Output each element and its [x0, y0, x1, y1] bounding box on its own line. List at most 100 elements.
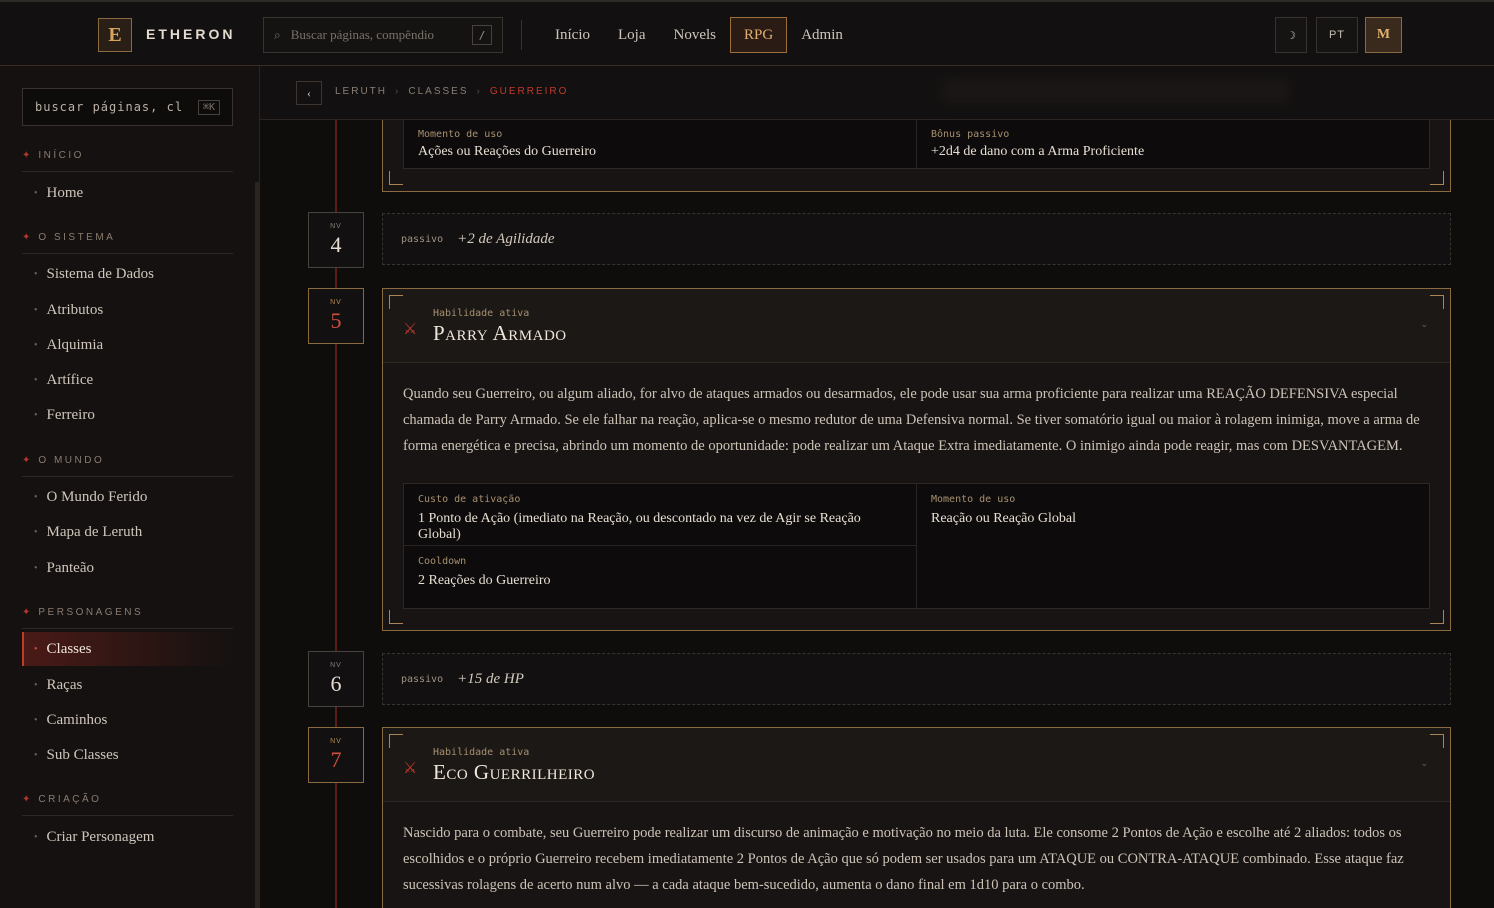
ability-title: Parry Armado: [433, 321, 567, 345]
level-number: 6: [330, 670, 342, 696]
sidebar-item-panteao[interactable]: • Panteão: [22, 551, 233, 585]
nav-rpg[interactable]: RPG: [730, 17, 788, 53]
sidebar-item-caminhos[interactable]: • Caminhos: [22, 703, 233, 737]
sidebar-item-mapa-de-leruth[interactable]: • Mapa de Leruth: [22, 515, 233, 549]
main-nav: Início Loja Novels RPG Admin: [541, 17, 857, 53]
nav-novels[interactable]: Novels: [660, 17, 731, 53]
level-badge-4: NV 4: [308, 212, 364, 268]
stat-value: Ações ou Reações do Guerreiro: [418, 143, 597, 159]
breadcrumb-bar: ‹ LERUTH › CLASSES › GUERREIRO: [260, 66, 1494, 120]
stat-value: Reação ou Reação Global: [931, 511, 1076, 526]
top-search-input[interactable]: ⌕ Buscar páginas, compêndio /: [263, 17, 503, 53]
star-icon: ✦: [22, 150, 31, 161]
breadcrumb: LERUTH › CLASSES › GUERREIRO: [335, 86, 568, 97]
corner-ornament: [1430, 295, 1444, 309]
stat-bonus-passivo: Bônus passivo +2d4 de dano com a Arma Pr…: [917, 120, 1429, 168]
sidebar-item-classes[interactable]: • Classes: [22, 632, 233, 666]
sidebar-search-placeholder: buscar páginas, cl: [35, 100, 184, 114]
ability-stats: Custo de ativação 1 Ponto de Ação (imedi…: [403, 483, 1430, 609]
theme-toggle-icon[interactable]: ☽: [1275, 17, 1307, 53]
user-avatar[interactable]: M: [1365, 17, 1402, 53]
bullet-icon: •: [34, 749, 38, 761]
top-bar: E ETHERON ⌕ Buscar páginas, compêndio / …: [0, 0, 1494, 66]
bullet-icon: •: [34, 339, 38, 351]
passive-value: +15 de HP: [457, 670, 524, 687]
ability-kind: Habilidade ativa: [433, 747, 530, 758]
stat-empty: [917, 546, 1429, 608]
sidebar-item-artifice[interactable]: • Artífice: [22, 363, 233, 397]
divider: [521, 20, 522, 50]
breadcrumb-separator: ›: [476, 86, 482, 97]
stat-custo-de-ativacao: Custo de ativação 1 Ponto de Ação (imedi…: [404, 484, 917, 546]
ability-description: Quando seu Guerreiro, ou algum aliado, f…: [403, 386, 1420, 454]
top-search-placeholder: Buscar páginas, compêndio: [290, 27, 435, 42]
level-number: 5: [330, 307, 342, 333]
chevron-down-icon[interactable]: ⌄: [1420, 319, 1428, 330]
ability-card-parry-armado: ⚔ Habilidade ativa Parry Armado ⌄ Quando…: [382, 288, 1451, 631]
blurred-header-element: [940, 78, 1290, 104]
crossed-swords-icon: ⚔: [403, 321, 418, 338]
breadcrumb-current: GUERREIRO: [489, 86, 569, 97]
sidebar-item-o-mundo-ferido[interactable]: • O Mundo Ferido: [22, 480, 233, 514]
sidebar-item-alquimia[interactable]: • Alquimia: [22, 328, 233, 362]
section-criacao: ✦ CRIAÇÃO: [22, 788, 233, 816]
brand-name[interactable]: ETHERON: [146, 26, 235, 42]
breadcrumb-leruth[interactable]: LERUTH: [335, 86, 387, 97]
ability-card-eco-guerrilheiro: ⚔ Habilidade ativa Eco Guerrilheiro ⌄ Na…: [382, 727, 1451, 908]
sidebar-item-criar-personagem[interactable]: • Criar Personagem: [22, 820, 233, 854]
stat-momento-de-uso: Momento de uso Reação ou Reação Global: [917, 484, 1429, 546]
bullet-icon: •: [34, 831, 38, 843]
ability-kind: Habilidade ativa: [433, 308, 530, 319]
bullet-icon: •: [34, 714, 38, 726]
stat-label: Custo de ativação: [418, 494, 521, 505]
ability-card-header[interactable]: ⚔ Habilidade ativa Parry Armado ⌄: [383, 289, 1450, 363]
corner-ornament: [1430, 610, 1444, 624]
breadcrumb-classes[interactable]: CLASSES: [408, 86, 468, 97]
section-o-mundo: ✦ O MUNDO: [22, 449, 233, 477]
corner-ornament: [389, 734, 403, 748]
stat-value: +2d4 de dano com a Arma Proficiente: [931, 143, 1145, 159]
stat-label: Cooldown: [418, 556, 467, 567]
sidebar-search-input[interactable]: buscar páginas, cl ⌘K: [22, 88, 233, 126]
sidebar-item-ferreiro[interactable]: • Ferreiro: [22, 398, 233, 432]
stat-label: Momento de uso: [418, 128, 503, 140]
stat-label: Momento de uso: [931, 494, 1016, 505]
search-shortcut: /: [472, 25, 492, 45]
corner-ornament: [389, 295, 403, 309]
level-badge-5: NV 5: [308, 288, 364, 344]
crossed-swords-icon: ⚔: [403, 760, 418, 777]
ability-stats: Momento de uso Ações ou Reações do Guerr…: [403, 120, 1430, 169]
stat-value: 1 Ponto de Ação (imediato na Reação, ou …: [418, 511, 861, 542]
bullet-icon: •: [34, 409, 38, 421]
level-number: 4: [330, 231, 342, 257]
sidebar-item-home[interactable]: • Home: [22, 176, 233, 210]
passive-row-level-6: passivo +15 de HP: [382, 653, 1451, 705]
ability-card-header[interactable]: ⚔ Habilidade ativa Eco Guerrilheiro ⌄: [383, 728, 1450, 802]
nav-loja[interactable]: Loja: [604, 17, 660, 53]
stat-label: Bônus passivo: [931, 128, 1010, 140]
star-icon: ✦: [22, 794, 31, 805]
sidebar-item-sub-classes[interactable]: • Sub Classes: [22, 738, 233, 772]
passive-tag: passivo: [401, 673, 444, 685]
ability-title: Eco Guerrilheiro: [433, 760, 596, 784]
corner-ornament: [389, 610, 403, 624]
stat-cooldown: Cooldown 2 Reações do Guerreiro: [404, 546, 917, 608]
language-button[interactable]: PT: [1316, 17, 1358, 53]
level-badge-6: NV 6: [308, 651, 364, 707]
back-button[interactable]: ‹: [296, 81, 322, 105]
section-o-sistema: ✦ O SISTEMA: [22, 226, 233, 254]
nav-admin[interactable]: Admin: [787, 17, 857, 53]
sidebar-item-racas[interactable]: • Raças: [22, 668, 233, 702]
star-icon: ✦: [22, 232, 31, 243]
passive-tag: passivo: [401, 233, 444, 245]
sidebar-item-sistema-de-dados[interactable]: • Sistema de Dados: [22, 257, 233, 291]
stat-value: 2 Reações do Guerreiro: [418, 573, 551, 588]
sidebar-item-atributos[interactable]: • Atributos: [22, 293, 233, 327]
nav-inicio[interactable]: Início: [541, 17, 604, 53]
section-inicio: ✦ INÍCIO: [22, 144, 233, 172]
ability-description: Nascido para o combate, seu Guerreiro po…: [403, 825, 1404, 893]
logo-icon[interactable]: E: [98, 18, 132, 52]
corner-ornament: [1430, 171, 1444, 185]
sidebar-scrollbar[interactable]: [255, 182, 259, 908]
chevron-down-icon[interactable]: ⌄: [1420, 758, 1428, 769]
